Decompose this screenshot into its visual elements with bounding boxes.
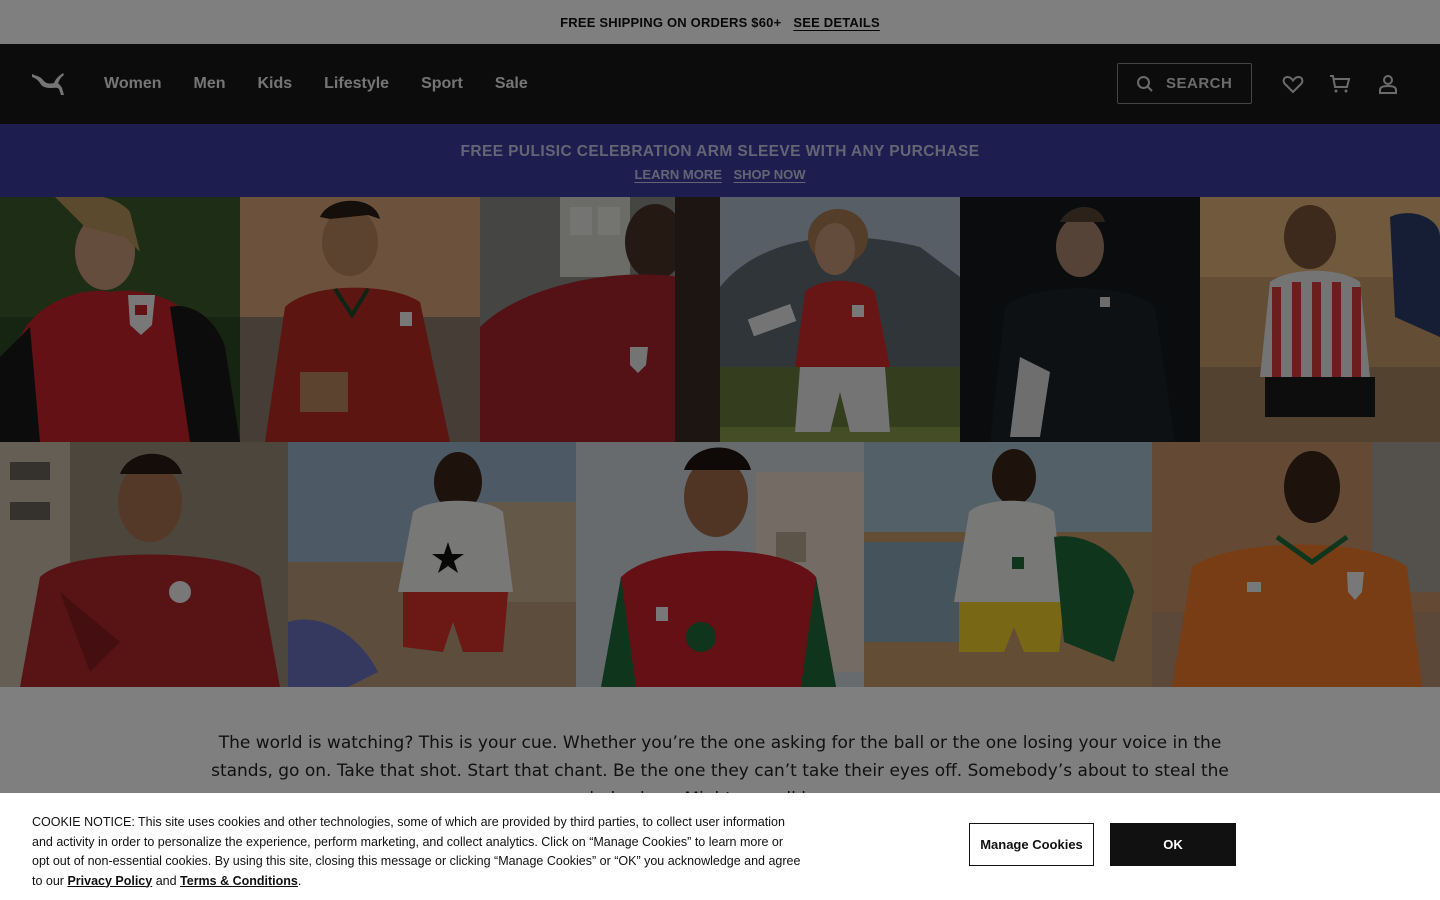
cookie-text-end: . [297,873,302,888]
modal-dim-overlay [0,0,1440,900]
cookie-notice-text: COOKIE NOTICE: This site uses cookies an… [32,813,802,891]
cookie-notice: COOKIE NOTICE: This site uses cookies an… [0,793,1440,900]
cookie-text-and: and [152,873,181,888]
terms-link[interactable]: Terms & Conditions [180,874,298,888]
page: FREE SHIPPING ON ORDERS $60+ SEE DETAILS… [0,0,1440,900]
ok-button[interactable]: OK [1110,823,1236,866]
privacy-policy-link[interactable]: Privacy Policy [67,874,152,888]
manage-cookies-button[interactable]: Manage Cookies [969,823,1094,866]
